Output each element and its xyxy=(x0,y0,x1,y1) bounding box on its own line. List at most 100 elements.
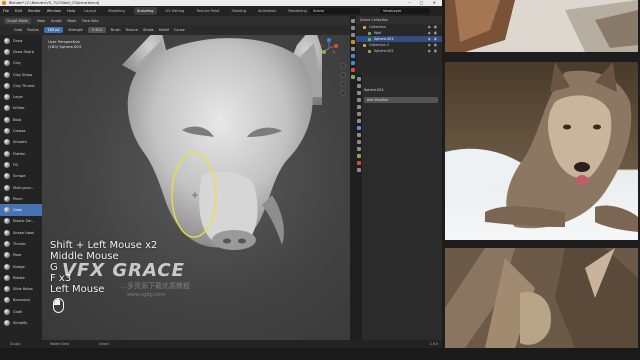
stroke-menu[interactable]: Stroke xyxy=(143,28,154,32)
tab-shading[interactable]: Shading xyxy=(228,7,249,15)
tab-layout[interactable]: Layout xyxy=(81,7,99,15)
texture-menu[interactable]: Texture xyxy=(126,28,138,32)
brush-item-clay[interactable]: Clay xyxy=(0,58,42,69)
menu-help[interactable]: Help xyxy=(67,9,75,13)
tool-icon[interactable] xyxy=(351,47,355,51)
active-brush-name[interactable]: Grab xyxy=(14,28,22,32)
constraints-tab-icon[interactable] xyxy=(357,147,361,151)
menu-view[interactable]: View xyxy=(37,19,45,23)
brush-item-crease[interactable]: Crease xyxy=(0,125,42,136)
outliner-header[interactable]: Scene Collection xyxy=(356,16,442,24)
brush-item-cloth[interactable]: Cloth xyxy=(0,306,42,317)
menu-sculpt[interactable]: Sculpt xyxy=(51,19,62,23)
properties-tabs xyxy=(356,74,362,348)
tool-icon[interactable] xyxy=(351,40,355,44)
brush-label: Inflate xyxy=(13,106,25,111)
grid-icon[interactable] xyxy=(340,90,346,96)
tool-icon[interactable] xyxy=(351,54,355,58)
falloff-menu[interactable]: Falloff xyxy=(159,28,169,32)
outliner-row[interactable]: Sphere.002 ◉ ▣ xyxy=(356,48,442,54)
particles-tab-icon[interactable] xyxy=(357,133,361,137)
mesh-icon xyxy=(368,37,371,41)
mode-selector[interactable]: Sculpt Mode xyxy=(4,17,31,24)
pan-hand-icon[interactable] xyxy=(340,72,346,78)
visibility-eye-icon[interactable]: ◉ ▣ xyxy=(428,25,438,29)
view-layer-tab-icon[interactable] xyxy=(357,98,361,102)
menu-mask[interactable]: Mask xyxy=(68,19,77,23)
brush-sphere-icon xyxy=(4,139,10,146)
strength-field[interactable]: 0.400 xyxy=(88,27,106,33)
brush-sphere-icon xyxy=(4,150,10,157)
brush-item-scrape[interactable]: Scrape xyxy=(0,171,42,182)
cursor-menu[interactable]: Cursor xyxy=(174,28,185,32)
camera-icon[interactable] xyxy=(340,81,346,87)
brush-item-grab[interactable]: Grab xyxy=(0,204,42,216)
data-tab-icon[interactable] xyxy=(357,154,361,158)
wolf-head-sculpt[interactable] xyxy=(82,35,322,275)
tab-sculpting[interactable]: Sculpting xyxy=(133,7,157,15)
scene-selector[interactable]: Scene xyxy=(310,8,360,14)
menu-file[interactable]: File xyxy=(3,9,9,13)
brush-item-thumb[interactable]: Thumb xyxy=(0,238,42,249)
brush-item-clay-strips[interactable]: Clay Strips xyxy=(0,69,42,80)
output-tab-icon[interactable] xyxy=(357,91,361,95)
tool-tab-icon[interactable] xyxy=(357,77,361,81)
tab-rendering[interactable]: Rendering xyxy=(285,7,309,15)
tool-icon[interactable] xyxy=(351,33,355,37)
tab-modeling[interactable]: Modeling xyxy=(105,7,127,15)
brush-sphere-icon xyxy=(4,218,10,225)
brush-label: Draw Sharp xyxy=(13,49,35,54)
brush-sphere-icon xyxy=(4,37,10,44)
tool-icon[interactable] xyxy=(351,61,355,65)
scene-tab-icon[interactable] xyxy=(357,105,361,109)
brush-item-layer[interactable]: Layer xyxy=(0,91,42,102)
brush-item-slide-relax[interactable]: Slide Relax xyxy=(0,284,42,295)
menu-face-sets[interactable]: Face Sets xyxy=(82,19,98,23)
modifier-wrench-icon[interactable] xyxy=(357,126,361,130)
brush-item-elastic-de[interactable]: Elastic De... xyxy=(0,216,42,227)
view-layer-selector[interactable]: ViewLayer xyxy=(380,8,430,14)
tool-icon[interactable] xyxy=(351,75,355,79)
brush-item-pinch[interactable]: Pinch xyxy=(0,193,42,204)
brush-menu[interactable]: Brush xyxy=(111,28,121,32)
brush-item-clay-thumb[interactable]: Clay Thumb xyxy=(0,80,42,91)
add-modifier-button[interactable]: Add Modifier xyxy=(364,97,438,103)
brush-item-smooth[interactable]: Smooth xyxy=(0,137,42,148)
physics-tab-icon[interactable] xyxy=(357,140,361,144)
3d-viewport[interactable]: User Perspective (180) Sphere.003 Shift … xyxy=(42,35,350,340)
tab-animation[interactable]: Animation xyxy=(255,7,279,15)
brush-item-snake-hook[interactable]: Snake Hook xyxy=(0,227,42,238)
brush-item-draw[interactable]: Draw xyxy=(0,35,42,46)
brush-item-multi-plan[interactable]: Multi-plan... xyxy=(0,182,42,193)
brush-item-inflate[interactable]: Inflate xyxy=(0,103,42,114)
brush-item-draw-sharp[interactable]: Draw Sharp xyxy=(0,46,42,57)
radius-label: Radius xyxy=(27,28,39,32)
object-tab-icon[interactable] xyxy=(357,119,361,123)
brush-item-simplify[interactable]: Simplify xyxy=(0,317,42,328)
tab-uv-editing[interactable]: UV Editing xyxy=(163,7,188,15)
world-tab-icon[interactable] xyxy=(357,112,361,116)
radius-field[interactable]: 169 px xyxy=(43,27,64,33)
brush-label: Multi-plan... xyxy=(13,185,35,190)
menu-render[interactable]: Render xyxy=(28,9,41,13)
visibility-eye-icon[interactable]: ◉ ▣ xyxy=(428,31,438,35)
visibility-eye-icon[interactable]: ◉ ▣ xyxy=(428,37,438,41)
properties-panel: Sphere.003 Add Modifier xyxy=(356,74,442,348)
zoom-icon[interactable] xyxy=(340,63,346,69)
brush-item-blob[interactable]: Blob xyxy=(0,114,42,125)
material-tab-icon[interactable] xyxy=(357,161,361,165)
brush-item-boundary[interactable]: Boundary xyxy=(0,295,42,306)
menu-edit[interactable]: Edit xyxy=(15,9,22,13)
tool-icon[interactable] xyxy=(351,19,355,23)
brush-item-fill[interactable]: Fill xyxy=(0,159,42,170)
texture-tab-icon[interactable] xyxy=(357,168,361,172)
visibility-eye-icon[interactable]: ◉ ▣ xyxy=(428,43,438,47)
tool-icon[interactable] xyxy=(351,68,355,72)
tool-icon[interactable] xyxy=(351,26,355,30)
brush-item-flatten[interactable]: Flatten xyxy=(0,148,42,159)
outliner-row-label: Sphere.002 xyxy=(374,49,394,53)
visibility-eye-icon[interactable]: ◉ ▣ xyxy=(428,49,438,53)
menu-window[interactable]: Window xyxy=(47,9,61,13)
tab-texture-paint[interactable]: Texture Paint xyxy=(193,7,222,15)
render-tab-icon[interactable] xyxy=(357,84,361,88)
